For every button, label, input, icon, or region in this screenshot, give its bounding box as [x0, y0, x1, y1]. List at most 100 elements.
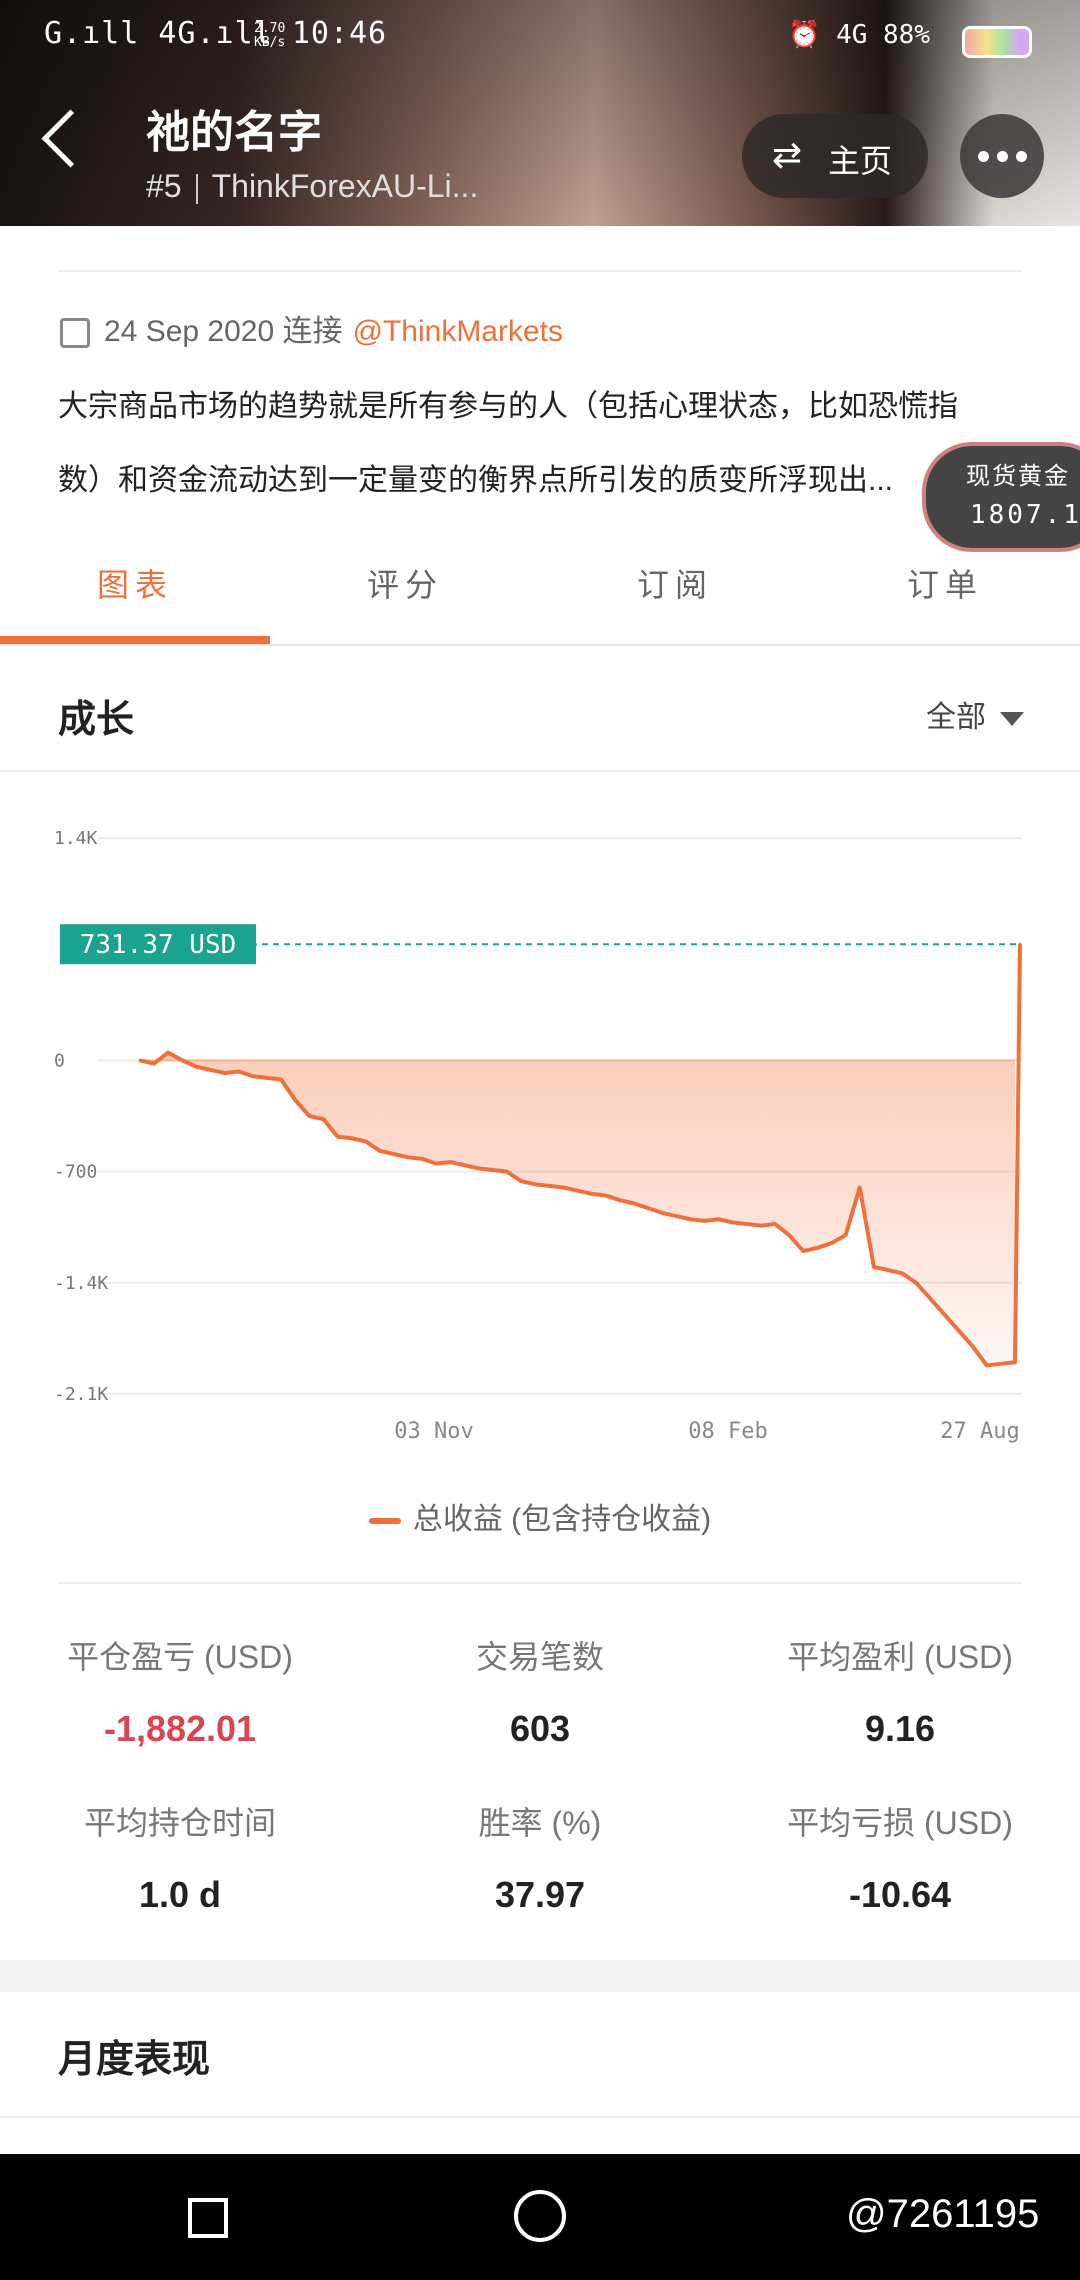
data-point	[942, 1313, 946, 1317]
monthly-performance-title: 月度表现	[58, 2039, 211, 2081]
data-point	[519, 1179, 523, 1183]
growth-title: 成长	[58, 699, 135, 741]
account-name: ThinkForexAU-Li...	[211, 168, 479, 204]
data-point	[321, 1117, 325, 1121]
tab-chart[interactable]: 图表	[0, 560, 270, 606]
data-point	[166, 1050, 170, 1054]
gold-price-label: 现货黄金	[966, 462, 1070, 490]
recent-apps-icon[interactable]	[188, 2198, 228, 2238]
data-point	[364, 1139, 368, 1143]
y-tick-label: -700	[54, 1162, 97, 1183]
data-point	[237, 1070, 241, 1074]
data-point	[448, 1160, 452, 1164]
data-point	[604, 1193, 608, 1197]
status-bar: G.ıll 4G.ıll 10:46 2.70 KB/s ⏰ 4G 88%	[0, 0, 1080, 80]
connection-info: 24 Sep 2020 连接 @ThinkMarkets	[60, 306, 563, 350]
growth-header: 成长 全部	[0, 646, 1080, 772]
separator	[195, 173, 198, 204]
data-point	[420, 1157, 424, 1161]
data-point	[674, 1214, 678, 1218]
stat-value: -1,882.01	[103, 1708, 257, 1749]
strategy-description[interactable]: 大宗商品市场的趋势就是所有参与的人（包括心理状态，比如恐慌指 数）和资金流动达到…	[58, 370, 1038, 518]
data-point	[293, 1098, 297, 1102]
tab-subscribe[interactable]: 订阅	[540, 560, 810, 606]
stat-value: -10.64	[848, 1874, 952, 1915]
swap-arrows-icon: ⇄	[772, 134, 803, 175]
data-point	[844, 1233, 848, 1237]
data-point	[618, 1198, 622, 1202]
stat-value: 37.97	[494, 1874, 586, 1915]
data-point	[307, 1114, 311, 1118]
data-point	[152, 1062, 156, 1066]
data-point	[434, 1162, 438, 1166]
calendar-icon	[60, 318, 90, 349]
data-point	[194, 1065, 198, 1069]
description-line: 大宗商品市场的趋势就是所有参与的人（包括心理状态，比如恐慌指	[58, 390, 958, 423]
stat-value: 603	[509, 1708, 571, 1749]
current-value-label: 731.37 USD	[80, 930, 237, 960]
status-right: ⏰ 4G 88%	[788, 20, 930, 50]
stat-value: 9.16	[864, 1708, 936, 1749]
data-point	[773, 1222, 777, 1226]
data-point	[815, 1246, 819, 1250]
rank-label: #5	[146, 168, 182, 204]
y-tick-label: -1.4K	[54, 1273, 108, 1294]
data-point	[547, 1184, 551, 1188]
stat-value: 1.0 d	[138, 1874, 222, 1915]
broker-link[interactable]: @ThinkMarkets	[353, 315, 564, 348]
data-point	[265, 1076, 269, 1080]
win-rate-stat: 胜率 (%) 37.97	[360, 1798, 720, 1916]
clock: 10:46	[291, 16, 388, 51]
data-point	[999, 1362, 1003, 1366]
data-point	[745, 1222, 749, 1226]
data-point	[505, 1170, 509, 1174]
trades-stat: 交易笔数 603	[360, 1632, 720, 1750]
x-tick-label: 27 Aug	[940, 1419, 1019, 1444]
avg-loss-stat: 平均亏损 (USD) -10.64	[720, 1798, 1080, 1916]
data-point	[378, 1149, 382, 1153]
y-tick-label: 1.4K	[54, 828, 98, 849]
stat-label: 胜率 (%)	[478, 1805, 602, 1841]
data-point	[886, 1268, 890, 1272]
avg-hold-stat: 平均持仓时间 1.0 d	[0, 1798, 360, 1916]
description-line: 数）和资金流动达到一定量变的衡界点所引发的质变所浮现出...	[58, 464, 894, 497]
data-point	[985, 1363, 989, 1367]
tab-bar: 图表 评分 订阅 订单	[0, 540, 1080, 646]
data-point	[646, 1206, 650, 1210]
home-button[interactable]: ⇄ 主页	[742, 114, 928, 198]
more-options-button[interactable]	[960, 114, 1044, 198]
profile-header: G.ıll 4G.ıll 10:46 2.70 KB/s ⏰ 4G 88% 祂的名…	[0, 0, 1080, 226]
stat-label: 平仓盈亏 (USD)	[67, 1639, 293, 1675]
data-point	[209, 1068, 213, 1072]
period-dropdown[interactable]: 全部	[926, 692, 1024, 736]
gold-price-value: 1807.17	[970, 500, 1080, 530]
divider	[0, 2116, 1080, 2118]
divider	[58, 270, 1022, 272]
network-speed: 2.70 KB/s	[254, 21, 286, 50]
more-dot-icon	[997, 151, 1008, 162]
tab-rating[interactable]: 评分	[270, 560, 540, 606]
data-point	[787, 1233, 791, 1237]
account-subtitle: #5 ThinkForexAU-Li...	[146, 168, 478, 205]
data-point	[477, 1166, 481, 1170]
data-point	[279, 1077, 283, 1081]
data-point	[590, 1192, 594, 1196]
chart-legend: 总收益 (包含持仓收益)	[0, 1494, 1080, 1538]
home-button-label: 主页	[828, 143, 893, 179]
area-fill	[140, 1052, 1015, 1366]
data-point	[632, 1201, 636, 1205]
active-tab-indicator	[0, 636, 270, 644]
tab-orders[interactable]: 订单	[810, 560, 1080, 606]
data-point	[957, 1328, 961, 1332]
battery-icon	[962, 26, 1032, 58]
data-point	[759, 1224, 763, 1228]
stat-label: 平均盈利 (USD)	[787, 1639, 1013, 1675]
data-point	[731, 1220, 735, 1224]
home-circle-icon[interactable]	[514, 2190, 566, 2242]
data-point	[717, 1217, 721, 1221]
data-point	[914, 1281, 918, 1285]
data-point	[971, 1344, 975, 1348]
network-type: 4G	[836, 20, 868, 50]
gold-price-widget[interactable]: 现货黄金 1807.17	[922, 442, 1080, 552]
data-point	[660, 1211, 664, 1215]
